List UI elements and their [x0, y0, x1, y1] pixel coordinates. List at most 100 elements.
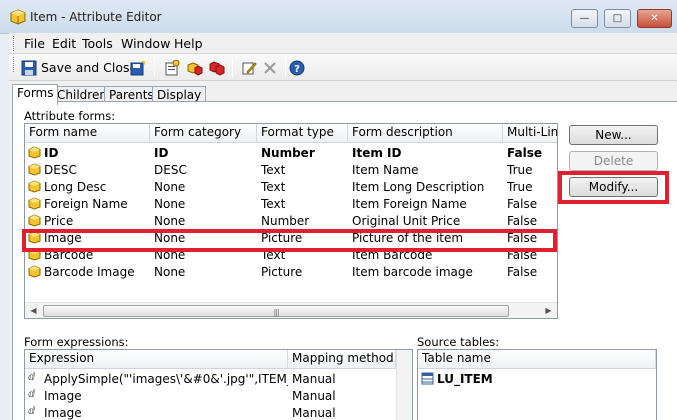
column-multi-line[interactable]: Multi-Lin	[503, 124, 557, 143]
cube-red-icon	[187, 61, 203, 76]
form-category-cell: DESC	[154, 162, 187, 177]
column-mapping-method[interactable]: Mapping method	[288, 350, 396, 369]
vertical-scrollbar[interactable]	[396, 350, 412, 420]
multi-line-cell: False	[507, 196, 538, 211]
cube-tool-button[interactable]	[187, 58, 203, 77]
cube-red-2-icon	[209, 60, 225, 76]
table-row[interactable]: LU_ITEM	[418, 370, 648, 387]
scroll-thumb[interactable]: |||	[43, 305, 509, 317]
table-row[interactable]: ⅆ ApplySimple("'images\'&#0&'.jpg'",ITEM…	[25, 370, 396, 387]
new-button[interactable]: New...	[569, 125, 658, 145]
form-category-cell: None	[154, 213, 186, 228]
multi-line-cell: False	[507, 230, 538, 245]
svg-text:?: ?	[294, 64, 300, 75]
expression-cell: ⅆ Image	[25, 406, 288, 420]
attribute-form-icon	[28, 248, 41, 261]
delete-button[interactable]	[262, 58, 278, 77]
save-and-close-label: Save and Close	[41, 60, 138, 75]
edit-button[interactable]	[241, 58, 257, 77]
attribute-form-icon	[28, 214, 41, 227]
attribute-forms-header: Form name Form category Format type Form…	[25, 124, 557, 143]
column-table-name[interactable]: Table name	[418, 350, 656, 369]
source-tables-label: Source tables:	[417, 335, 500, 349]
format-type-cell: Text	[261, 179, 286, 194]
form-expressions-label: Form expressions:	[24, 335, 129, 349]
menu-edit[interactable]: Edit	[52, 36, 76, 51]
form-category-cell: None	[154, 230, 186, 245]
form-name-text: Barcode	[44, 247, 94, 262]
save-alt-button[interactable]	[130, 58, 146, 77]
form-description-cell: Item Name	[352, 162, 419, 177]
table-row[interactable]: ID ID Number Item ID False	[25, 144, 557, 161]
attribute-forms-grid[interactable]: Form name Form category Format type Form…	[24, 123, 558, 319]
column-form-category[interactable]: Form category	[150, 124, 257, 143]
delete-form-button[interactable]: Delete	[569, 151, 658, 171]
menu-grip	[13, 36, 16, 51]
multi-line-cell: False	[507, 145, 542, 160]
form-name-text: Image	[44, 230, 82, 245]
forms-tab-panel: Attribute forms: Form name Form category…	[12, 101, 677, 420]
attribute-form-icon	[28, 231, 41, 244]
column-form-description[interactable]: Form description	[348, 124, 503, 143]
column-form-name[interactable]: Form name	[25, 124, 150, 143]
help-button[interactable]: ?	[289, 58, 305, 77]
close-button[interactable]: ✕	[637, 9, 672, 28]
source-tables-grid[interactable]: Table name LU_ITEM	[417, 349, 657, 420]
form-name-cell: Barcode	[25, 248, 150, 262]
save-alt-icon	[130, 60, 145, 75]
table-row[interactable]: Barcode None Text Item Barcode False	[25, 246, 557, 263]
save-and-close-button[interactable]: Save and Close	[21, 58, 137, 77]
form-name-text: Price	[44, 213, 74, 228]
menu-help[interactable]: Help	[174, 36, 203, 51]
modify-button[interactable]: Modify...	[569, 177, 658, 197]
window-title: Item - Attribute Editor	[30, 10, 162, 24]
format-type-cell: Number	[261, 213, 310, 228]
mapping-method-cell: Manual	[292, 371, 336, 386]
tab-forms[interactable]: Forms	[12, 84, 59, 105]
table-row-selected[interactable]: Image None Picture Picture of the item F…	[25, 229, 557, 246]
new-form-icon	[165, 59, 180, 75]
format-type-cell: Picture	[261, 264, 303, 279]
menu-bar: File Edit Tools Window Help	[9, 33, 677, 54]
attribute-cube-icon	[10, 9, 26, 25]
column-expression[interactable]: Expression	[25, 350, 288, 369]
maximize-button[interactable]: □	[604, 9, 631, 28]
cube-tool-2-button[interactable]	[209, 58, 225, 77]
save-icon	[21, 60, 37, 75]
table-row[interactable]: Foreign Name None Text Item Foreign Name…	[25, 195, 557, 212]
table-row[interactable]: Price None Number Original Unit Price Fa…	[25, 212, 557, 229]
menu-file[interactable]: File	[24, 36, 45, 51]
minimize-button[interactable]: —	[571, 9, 598, 28]
column-format-type[interactable]: Format type	[257, 124, 348, 143]
form-category-cell: ID	[154, 145, 169, 160]
toolbar-separator	[285, 58, 286, 77]
horizontal-scrollbar[interactable]: ◀ ||| ▶	[25, 302, 557, 318]
scroll-grip-icon: |||	[273, 308, 279, 317]
format-type-cell: Text	[261, 196, 286, 211]
form-name-text: Long Desc	[44, 179, 107, 194]
table-row[interactable]: Barcode Image None Picture Item barcode …	[25, 263, 557, 280]
form-name-text: Foreign Name	[44, 196, 128, 211]
form-category-cell: None	[154, 196, 186, 211]
table-name-cell: LU_ITEM	[418, 372, 648, 386]
table-row[interactable]: Long Desc None Text Item Long Descriptio…	[25, 178, 557, 195]
form-name-cell: Long Desc	[25, 180, 150, 194]
format-type-cell: Number	[261, 145, 315, 160]
table-row[interactable]: ⅆ Image Manual	[25, 387, 396, 404]
attribute-form-icon	[28, 163, 41, 176]
form-expressions-grid[interactable]: Expression Mapping method ⅆ ApplySimple(…	[24, 349, 413, 420]
menu-window[interactable]: Window	[121, 36, 170, 51]
scroll-right-arrow-icon[interactable]: ▶	[540, 303, 557, 318]
form-category-cell: None	[154, 247, 186, 262]
edit-icon	[242, 61, 257, 74]
attribute-form-icon	[28, 180, 41, 193]
new-form-button[interactable]	[164, 58, 180, 77]
table-row[interactable]: ⅆ Image Manual	[25, 404, 396, 420]
multi-line-cell: True	[507, 162, 533, 177]
table-row[interactable]: DESC DESC Text Item Name True	[25, 161, 557, 178]
form-name-cell: DESC	[25, 163, 150, 177]
scroll-left-arrow-icon[interactable]: ◀	[25, 303, 42, 318]
mapping-method-cell: Manual	[292, 388, 336, 403]
attribute-form-icon	[28, 265, 41, 278]
menu-tools[interactable]: Tools	[82, 36, 113, 51]
